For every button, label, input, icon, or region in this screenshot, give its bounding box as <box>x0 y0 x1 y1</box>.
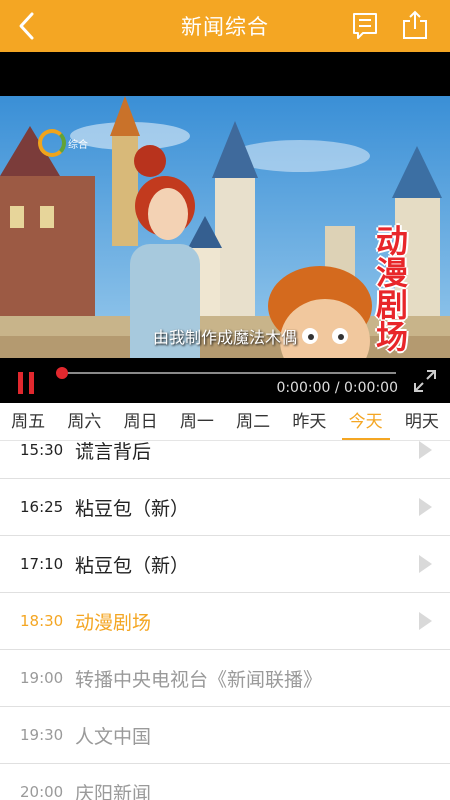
note-icon <box>353 13 377 39</box>
program-name: 谎言背后 <box>75 441 152 463</box>
pause-icon-bar <box>29 372 34 394</box>
program-row[interactable]: 19:00 转播中央电视台《新闻联播》 <box>0 650 450 707</box>
program-time: 18:30 <box>20 612 64 630</box>
program-time: 19:30 <box>20 726 64 744</box>
tab-day[interactable]: 明天 <box>394 403 450 440</box>
tab-day[interactable]: 昨天 <box>281 403 337 440</box>
program-time: 20:00 <box>20 783 64 800</box>
program-row[interactable]: 16:25 粘豆包（新） <box>0 479 450 536</box>
video-player[interactable]: 综合 动漫剧场 由我制作成魔法木偶 0:00:00 / 0:00:00 <box>0 52 450 407</box>
time-display: 0:00:00 / 0:00:00 <box>276 380 398 396</box>
program-row[interactable]: 15:30 谎言背后 <box>0 441 450 479</box>
share-button[interactable] <box>400 9 430 41</box>
play-icon[interactable] <box>419 612 432 630</box>
progress-bar[interactable] <box>56 367 396 379</box>
program-time: 16:25 <box>20 498 64 516</box>
video-subtitle: 由我制作成魔法木偶 <box>152 328 297 347</box>
fullscreen-button[interactable] <box>412 368 438 394</box>
play-icon[interactable] <box>419 441 432 459</box>
pause-icon <box>18 372 23 394</box>
program-time: 19:00 <box>20 669 64 687</box>
program-name: 转播中央电视台《新闻联播》 <box>75 668 323 691</box>
progress-knob[interactable] <box>56 367 68 379</box>
back-button[interactable] <box>12 10 44 42</box>
tab-day[interactable]: 周日 <box>113 403 169 440</box>
program-time: 17:10 <box>20 555 64 573</box>
channel-logo-icon <box>38 129 66 157</box>
program-row[interactable]: 18:30 动漫剧场 <box>0 593 450 650</box>
top-bar: 新闻综合 <box>0 0 450 52</box>
share-icon <box>403 10 427 39</box>
page-title: 新闻综合 <box>181 15 269 39</box>
program-name: 动漫剧场 <box>75 611 152 634</box>
program-name: 粘豆包（新） <box>75 497 190 520</box>
channel-logo-text: 综合 <box>68 139 88 151</box>
program-name: 粘豆包（新） <box>75 554 190 577</box>
program-list[interactable]: 15:30 谎言背后 16:25 粘豆包（新） 17:10 粘豆包（新） 18:30 动漫剧场… <box>0 441 450 800</box>
program-time: 15:30 <box>20 441 64 459</box>
tab-day[interactable]: 今天 <box>338 403 394 440</box>
program-name: 庆阳新闻 <box>75 782 152 800</box>
program-name: 人文中国 <box>75 725 152 748</box>
tab-day[interactable]: 周一 <box>169 403 225 440</box>
program-row[interactable]: 17:10 粘豆包（新） <box>0 536 450 593</box>
player-controls: 0:00:00 / 0:00:00 <box>0 358 450 403</box>
program-guide-button[interactable] <box>350 11 380 41</box>
channel-logo: 综合 <box>38 129 88 157</box>
tab-day[interactable]: 周二 <box>225 403 281 440</box>
program-row[interactable]: 19:30 人文中国 <box>0 707 450 764</box>
pause-button[interactable] <box>18 372 36 394</box>
play-icon[interactable] <box>419 498 432 516</box>
tab-day[interactable]: 周五 <box>0 403 56 440</box>
back-arrow-icon <box>19 12 34 40</box>
play-icon[interactable] <box>419 555 432 573</box>
fullscreen-icon <box>414 370 436 392</box>
day-tabs: 周五 周六 周日 周一 周二 昨天 今天 明天 <box>0 403 450 441</box>
program-row[interactable]: 20:00 庆阳新闻 <box>0 764 450 800</box>
tab-day[interactable]: 周六 <box>56 403 112 440</box>
